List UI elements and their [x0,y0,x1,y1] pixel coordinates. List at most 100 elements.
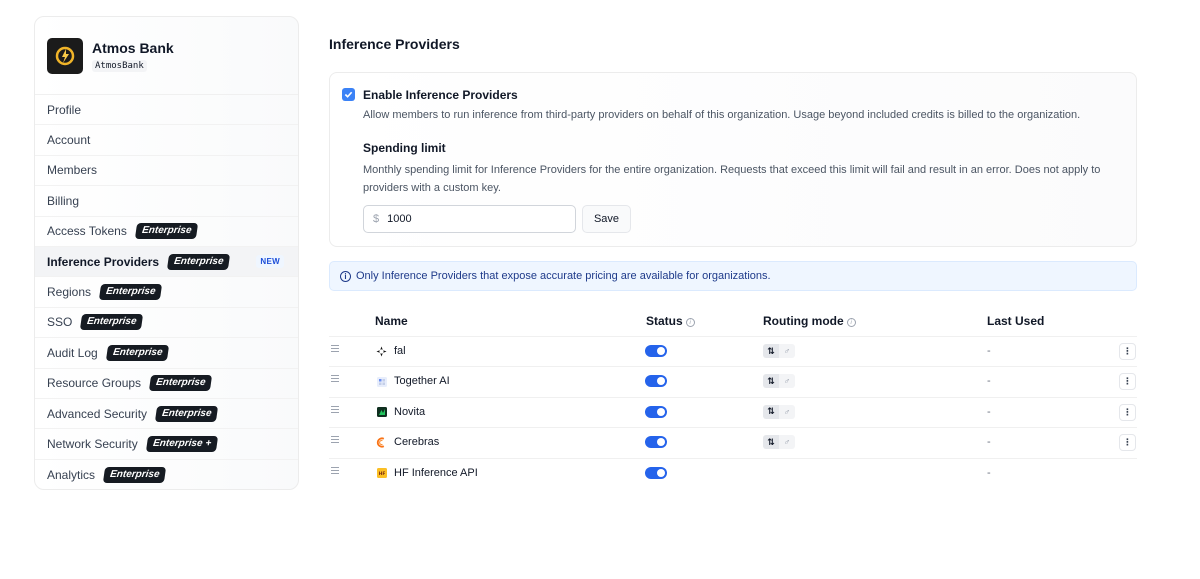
manual-routing-icon[interactable]: ♂ [779,374,795,389]
sidebar-item-account[interactable]: Account [35,125,298,156]
header-status: Status i [646,314,695,328]
org-name: Atmos Bank [92,39,174,56]
routing-mode-selector[interactable]: ⇅ ♂ [763,374,795,389]
enable-providers-label[interactable]: Enable Inference Providers [363,88,518,102]
drag-handle-icon[interactable] [331,466,339,476]
more-options-button[interactable]: ⋮ [1119,343,1136,360]
enable-providers-description: Allow members to run inference from thir… [363,109,1081,121]
sidebar-item-label: Audit Log [47,345,98,360]
enterprise-badge: Enterprise [80,314,144,331]
sidebar-item-network-security[interactable]: Network Security Enterprise + [35,429,298,460]
status-toggle[interactable] [645,436,667,449]
sidebar-item-inference-providers[interactable]: Inference Providers Enterprise NEW [35,246,298,278]
routing-mode-selector[interactable]: ⇅ ♂ [763,435,795,450]
sidebar-item-label: Account [47,133,91,148]
last-used-value: - [987,375,991,388]
cerebras-logo-icon [376,437,387,448]
sidebar-item-label: Regions [47,285,92,300]
table-row: Together AI ⇅ ♂ - ⋮ [329,366,1137,396]
status-toggle[interactable] [645,466,667,479]
table-row: fal ⇅ ♂ - ⋮ [329,336,1137,366]
sidebar-item-label: SSO [47,315,73,330]
sidebar-item-analytics[interactable]: Analytics Enterprise [35,460,298,489]
drag-handle-icon[interactable] [331,405,339,415]
status-toggle[interactable] [645,345,667,357]
last-used-value: - [987,466,991,479]
more-options-button[interactable]: ⋮ [1119,373,1136,391]
enable-providers-checkbox[interactable] [342,88,355,101]
enterprise-badge: Enterprise + [145,435,218,452]
provider-name: Cerebras [394,436,440,449]
drag-handle-icon[interactable] [331,436,339,445]
table-header: Name Status i Routing mode i Last Used [329,306,1137,336]
table-row: Cerebras ⇅ ♂ - ⋮ [329,427,1137,457]
status-info-icon[interactable]: i [685,318,695,327]
sidebar-nav: Profile Account Members Billing Access Token… [35,95,298,489]
spending-limit-field[interactable]: $ [363,205,576,233]
org-logo-icon [47,37,83,74]
spending-limit-description: Monthly spending limit for Inference Pro… [363,164,1101,194]
sidebar: Atmos Bank AtmosBank Profile Account Membe… [34,16,299,490]
sidebar-item-members[interactable]: Members [35,156,298,187]
org-header: Atmos Bank AtmosBank [35,17,298,95]
sidebar-item-audit-log[interactable]: Audit Log Enterprise [35,338,298,369]
table-body: fal ⇅ ♂ - ⋮ Together AI ⇅ ♂ - ⋮ Novita ⇅ ♂ - ⋮ Cerebras… [329,336,1137,488]
auto-routing-icon[interactable]: ⇅ [763,344,779,358]
sidebar-item-label: Billing [47,193,80,208]
manual-routing-icon[interactable]: ♂ [779,435,795,450]
sidebar-item-label: Advanced Security [47,406,148,421]
status-toggle[interactable] [645,405,667,418]
sidebar-item-profile[interactable]: Profile [35,95,298,126]
manual-routing-icon[interactable]: ♂ [779,404,795,419]
enterprise-badge: Enterprise [148,375,213,392]
drag-handle-icon[interactable] [331,375,339,384]
drag-handle-icon[interactable] [331,345,339,354]
sidebar-item-label: Profile [47,102,82,117]
routing-info-icon[interactable]: i [846,318,856,327]
routing-mode-selector[interactable]: ⇅ ♂ [763,344,795,358]
info-text: Only Inference Providers that expose acc… [356,270,771,282]
manual-routing-icon[interactable]: ♂ [779,344,795,358]
providers-table: Name Status i Routing mode i Last Used fal… [329,306,1137,488]
provider-name: Novita [394,405,426,418]
sidebar-item-label: Network Security [47,436,138,451]
routing-mode-selector[interactable]: ⇅ ♂ [763,404,795,419]
more-options-button[interactable]: ⋮ [1119,434,1136,452]
enterprise-badge: Enterprise [105,344,170,361]
sidebar-item-advanced-security[interactable]: Advanced Security Enterprise [35,399,298,430]
new-badge: NEW [256,255,284,269]
auto-routing-icon[interactable]: ⇅ [763,435,779,450]
provider-name: Together AI [394,375,450,388]
page-title: Inference Providers [329,36,460,52]
header-last-used: Last Used [987,314,1045,328]
fal-logo-icon [376,346,387,357]
sidebar-item-sso[interactable]: SSO Enterprise [35,308,298,339]
auto-routing-icon[interactable]: ⇅ [763,374,779,389]
save-button[interactable]: Save [582,205,631,233]
sidebar-item-resource-groups[interactable]: Resource Groups Enterprise [35,369,298,399]
sidebar-item-label: Resource Groups [47,376,142,391]
hf-logo-icon: HF [376,468,387,479]
last-used-value: - [987,436,991,449]
provider-name: fal [394,345,406,357]
enterprise-badge: Enterprise [102,466,167,483]
sidebar-item-label: Access Tokens [47,224,127,239]
info-banner: i Only Inference Providers that expose a… [329,261,1137,291]
status-toggle[interactable] [645,375,667,388]
info-icon: i [340,270,351,282]
enterprise-badge: Enterprise [134,223,199,240]
sidebar-item-billing[interactable]: Billing [35,186,298,217]
enterprise-badge: Enterprise [98,284,163,301]
spending-limit-title: Spending limit [363,141,446,155]
sidebar-item-access-tokens[interactable]: Access Tokens Enterprise [35,217,298,247]
check-icon [344,91,353,98]
auto-routing-icon[interactable]: ⇅ [763,404,779,419]
svg-text:HF: HF [378,471,385,477]
spending-limit-input[interactable] [387,213,558,225]
table-row: Novita ⇅ ♂ - ⋮ [329,396,1137,427]
enterprise-badge: Enterprise [166,253,231,270]
more-options-button[interactable]: ⋮ [1119,403,1136,421]
sidebar-item-regions[interactable]: Regions Enterprise [35,277,298,308]
novita-logo-icon [376,407,387,418]
settings-card: Enable Inference Providers Allow members… [329,72,1137,247]
